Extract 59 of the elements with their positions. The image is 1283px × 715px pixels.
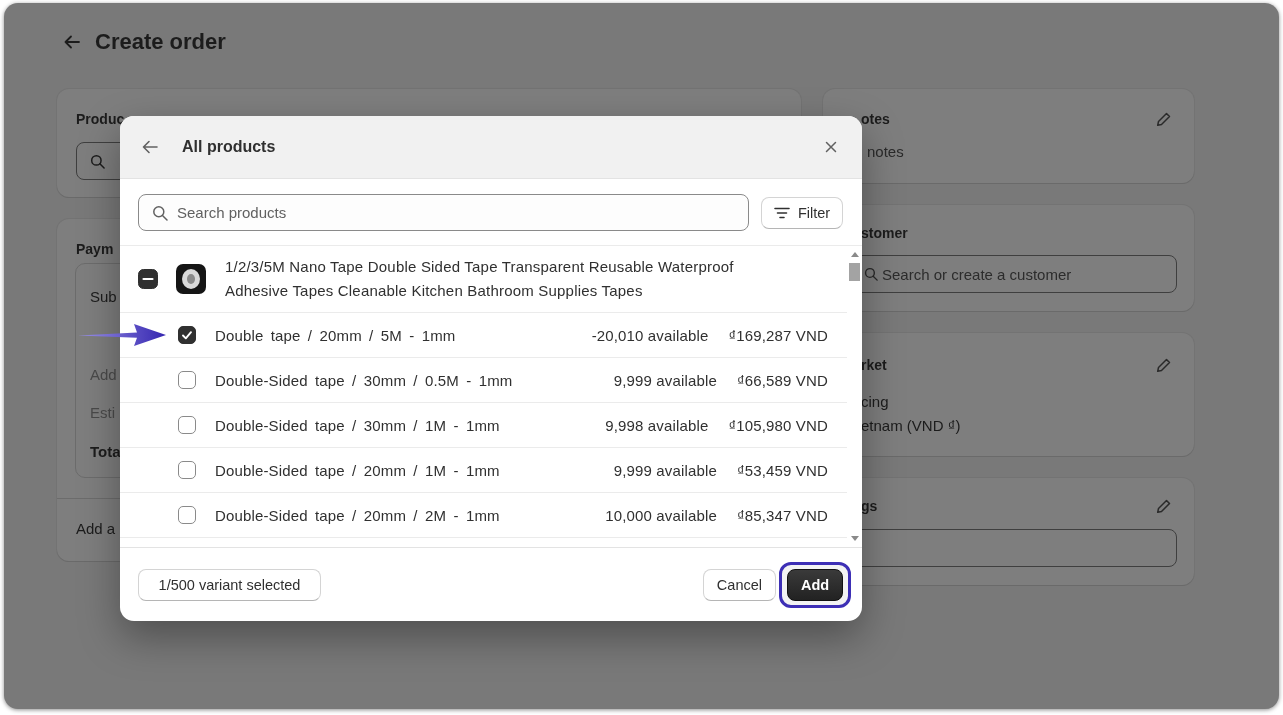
- notes-text: notes: [867, 142, 904, 162]
- checkbox[interactable]: [138, 269, 158, 289]
- variant-row[interactable]: Double-Sided tape / 30mm / 0.5M - 1mm 9,999 available ₫66,589 VND: [120, 358, 847, 403]
- market-value: etnam (VND ₫): [861, 416, 961, 436]
- market-label: cing: [861, 392, 889, 412]
- price-text: ₫169,287 VND: [728, 326, 828, 344]
- back-arrow-icon[interactable]: [142, 140, 158, 154]
- variant-name: Double-Sided tape / 30mm / 1M - 1mm: [215, 416, 501, 434]
- checkbox[interactable]: [178, 416, 196, 434]
- pencil-icon[interactable]: [1156, 357, 1172, 373]
- checkbox[interactable]: [178, 461, 196, 479]
- dialog-title: All products: [182, 138, 277, 156]
- card-title: Paym: [76, 240, 114, 259]
- selection-count-button[interactable]: 1/500 variant selected: [138, 568, 321, 601]
- availability-text: -20,010 available: [591, 326, 709, 344]
- availability-text: 9,998 available: [605, 416, 709, 434]
- scrollbar-thumb[interactable]: [849, 263, 860, 281]
- checkbox[interactable]: [178, 506, 196, 524]
- close-icon[interactable]: [825, 141, 837, 153]
- variant-name: Double tape / 20mm / 5M - 1mm: [215, 326, 457, 344]
- summary-label: Tota: [90, 442, 121, 463]
- add-button[interactable]: Add: [787, 568, 843, 601]
- scroll-down-icon[interactable]: [851, 536, 859, 541]
- price-text: ₫53,459 VND: [736, 461, 828, 479]
- variant-row[interactable]: Double-Sided tape / 30mm / 1M - 1mm 9,998 available ₫105,980 VND: [120, 403, 847, 448]
- availability-text: 9,999 available: [613, 371, 717, 389]
- card-title: Produc: [76, 110, 125, 129]
- card-title: stomer: [861, 224, 908, 243]
- cancel-button[interactable]: Cancel: [702, 568, 776, 601]
- scroll-up-icon[interactable]: [851, 252, 859, 257]
- card-title: gs: [861, 497, 878, 516]
- variant-row[interactable]: Double-Sided tape / 20mm / 2M - 1mm 10,000 available ₫85,347 VND: [120, 493, 847, 538]
- back-arrow-icon[interactable]: [64, 35, 80, 49]
- card-title: rket: [861, 356, 887, 375]
- card-footer-text: Add a: [76, 520, 116, 537]
- search-icon: [90, 153, 105, 169]
- price-text: ₫105,980 VND: [728, 416, 828, 434]
- search-icon: [152, 204, 168, 221]
- checkbox[interactable]: [178, 326, 196, 344]
- photo-placeholder: [176, 264, 206, 294]
- availability-text: 9,999 available: [613, 461, 717, 479]
- summary-label: Sub: [90, 287, 117, 307]
- product-title[interactable]: 1/2/3/5M Nano Tape Double Sided Tape Transparent Reusable Waterproof Adhesive Tapes Cleanable Kitchen Bathroom Supplies Tapes: [225, 255, 773, 303]
- filter-icon: [773, 206, 790, 219]
- checkbox[interactable]: [178, 371, 196, 389]
- search-icon: [864, 267, 878, 281]
- card-title: otes: [861, 110, 890, 129]
- pencil-icon[interactable]: [1156, 111, 1172, 127]
- variant-row[interactable]: Double-Sided tape / 20mm / 1M - 1mm 9,999 available ₫53,459 VND: [120, 448, 847, 493]
- page-title: Create order: [95, 28, 226, 56]
- availability-text: 10,000 available: [605, 506, 717, 524]
- search-field[interactable]: Search products: [138, 194, 749, 231]
- variant-name: Double-Sided tape / 20mm / 1M - 1mm: [215, 461, 501, 479]
- variant-name: Double-Sided tape / 30mm / 0.5M - 1mm: [215, 371, 514, 389]
- price-text: ₫85,347 VND: [736, 506, 828, 524]
- filter-button[interactable]: Filter: [761, 196, 843, 229]
- price-text: ₫66,589 VND: [736, 371, 828, 389]
- pencil-icon[interactable]: [1156, 498, 1172, 514]
- variant-name: Double-Sided tape / 20mm / 2M - 1mm: [215, 506, 501, 524]
